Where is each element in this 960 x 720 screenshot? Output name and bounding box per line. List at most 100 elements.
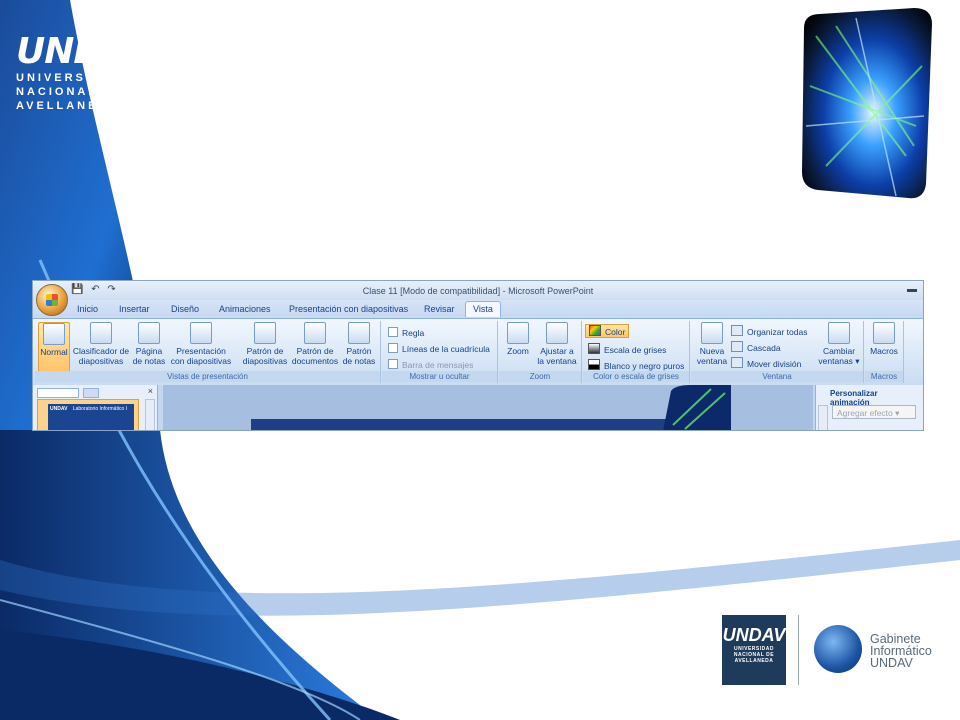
footer-logos: UNDAV UNIVERSIDAD NACIONAL DE AVELLANEDA… <box>722 615 952 685</box>
slide-sorter-button[interactable]: Clasificador de diapositivas <box>71 322 131 366</box>
group-label-ventana: Ventana <box>691 371 863 382</box>
move-split-label: Mover división <box>747 359 802 369</box>
slideshow-label-2: con diapositivas <box>170 356 232 366</box>
fit-window-button[interactable]: Ajustar a la ventana <box>535 322 579 366</box>
new-window-button[interactable]: Nueva ventana <box>695 322 729 366</box>
normal-label: Normal <box>40 347 68 357</box>
macros-button[interactable]: Macros <box>868 322 900 356</box>
notes-page-icon <box>138 322 160 344</box>
undav-logo-footer: UNDAV UNIVERSIDAD NACIONAL DE AVELLANEDA <box>722 615 786 685</box>
cascade-label: Cascada <box>747 343 781 353</box>
add-effect-dropdown[interactable]: Agregar efecto ▾ <box>832 405 916 419</box>
notes-master-label-2: de notas <box>342 356 376 366</box>
footer-divider <box>798 615 799 685</box>
notes-master-label-1: Patrón <box>346 346 372 356</box>
logo-mark: UNDAV <box>16 31 155 72</box>
group-label-vistas: Vistas de presentación <box>35 371 380 382</box>
footer-logo-line-3: AVELLANEDA <box>734 658 774 664</box>
footer-logo-mark: UNDAV <box>722 625 786 645</box>
normal-button[interactable]: Normal <box>38 322 70 372</box>
ribbon: Normal Clasificador de diapositivas Pági… <box>33 318 923 385</box>
grayscale-label: Escala de grises <box>604 345 667 355</box>
handout-master-label-1: Patrón de <box>296 346 334 356</box>
slide-master-button[interactable]: Patrón de diapositivas <box>241 322 289 366</box>
thumbnail-logo: UNDAV <box>50 406 68 412</box>
slide-cube-graphic <box>663 385 731 430</box>
message-bar-label: Barra de mensajes <box>402 360 474 370</box>
ruler-checkbox[interactable]: Regla <box>388 327 424 338</box>
slides-scrollbar[interactable] <box>145 399 155 430</box>
grayscale-button[interactable]: Escala de grises <box>588 343 666 355</box>
redo-icon[interactable]: ↷ <box>107 284 115 295</box>
notes-page-button[interactable]: Página de notas <box>131 322 167 366</box>
task-pane-scrollbar[interactable] <box>818 405 828 430</box>
slideshow-label-1: Presentación <box>176 346 226 356</box>
powerpoint-window: Clase 11 [Modo de compatibilidad] - Micr… <box>32 280 924 431</box>
slideshow-button[interactable]: Presentación con diapositivas <box>169 322 233 366</box>
save-icon[interactable]: 💾 <box>71 284 83 295</box>
thumbnail-text: Laboratorio Informático I <box>72 406 128 412</box>
logo-line-2: NACIONAL DE <box>16 86 126 98</box>
notes-master-button[interactable]: Patrón de notas <box>341 322 377 366</box>
tab-presentacion[interactable]: Presentación con diapositivas <box>289 303 408 315</box>
cascade-button[interactable]: Cascada <box>731 341 781 353</box>
fit-window-label-2: la ventana <box>537 356 577 366</box>
window-title: Clase 11 [Modo de compatibilidad] - Micr… <box>362 286 594 296</box>
minimize-icon[interactable]: ▬ <box>907 284 917 295</box>
color-button[interactable]: Color <box>585 324 630 338</box>
slide-editing-area <box>163 385 813 430</box>
tab-animaciones[interactable]: Animaciones <box>219 303 271 315</box>
grayscale-swatch-icon <box>588 343 600 354</box>
notes-page-label-2: de notas <box>132 356 166 366</box>
office-button[interactable] <box>36 284 68 316</box>
arrange-all-button[interactable]: Organizar todas <box>731 325 807 337</box>
tab-inicio[interactable]: Inicio <box>77 303 98 315</box>
group-label-color: Color o escala de grises <box>583 371 689 382</box>
office-logo-icon <box>46 294 58 306</box>
tab-diseno[interactable]: Diseño <box>171 303 199 315</box>
move-split-button[interactable]: Mover división <box>731 357 801 369</box>
zoom-button[interactable]: Zoom <box>503 322 533 356</box>
black-white-label: Blanco y negro puros <box>604 361 685 371</box>
cascade-icon <box>731 341 743 352</box>
undav-logo-top: UNDAV UNIVERSIDAD NACIONAL DE AVELLANEDA <box>16 31 155 113</box>
tab-vista[interactable]: Vista <box>465 301 501 317</box>
slide-sorter-label-1: Clasificador de <box>72 346 130 356</box>
slides-tab[interactable] <box>37 388 79 398</box>
tab-revisar[interactable]: Revisar <box>424 303 455 315</box>
message-bar-checkbox[interactable]: Barra de mensajes <box>388 359 473 370</box>
slides-pane: × UNDAV Laboratorio Informático I <box>33 385 158 430</box>
outline-tab[interactable] <box>83 388 99 398</box>
arrange-all-label: Organizar todas <box>747 327 808 337</box>
slide-master-icon <box>254 322 276 344</box>
black-white-button[interactable]: Blanco y negro puros <box>588 359 684 371</box>
tab-insertar[interactable]: Insertar <box>119 303 150 315</box>
group-label-zoom: Zoom <box>499 371 581 382</box>
notes-master-icon <box>348 322 370 344</box>
current-slide[interactable] <box>251 419 671 430</box>
slideshow-icon <box>190 322 212 344</box>
globe-icon <box>814 625 862 673</box>
macros-icon <box>873 322 895 344</box>
switch-windows-button[interactable]: Cambiar ventanas ▾ <box>817 322 861 366</box>
macros-label: Macros <box>870 346 898 356</box>
quick-access-toolbar: 💾 ↶ ↷ <box>71 284 121 295</box>
switch-windows-label-2: ventanas ▾ <box>818 356 860 366</box>
handout-master-button[interactable]: Patrón de documentos <box>291 322 339 366</box>
gridlines-label: Líneas de la cuadrícula <box>402 344 490 354</box>
new-window-label-1: Nueva <box>699 346 725 356</box>
slide-master-label-1: Patrón de <box>246 346 284 356</box>
group-ventana: Nueva ventana Organizar todas Cascada Mo… <box>691 321 864 383</box>
group-label-macros: Macros <box>865 371 903 382</box>
logo-line-1: UNIVERSIDAD <box>16 72 125 84</box>
light-cube-graphic <box>802 8 932 199</box>
color-label: Color <box>605 327 626 337</box>
slide-thumbnail-1[interactable]: UNDAV Laboratorio Informático I <box>37 399 139 430</box>
move-split-icon <box>731 357 743 368</box>
undo-icon[interactable]: ↶ <box>91 284 99 295</box>
close-pane-icon[interactable]: × <box>148 386 153 396</box>
color-swatch-icon <box>589 325 601 336</box>
gabinete-line-3: UNDAV <box>870 656 913 670</box>
fit-window-label-1: Ajustar a <box>540 346 574 356</box>
gridlines-checkbox[interactable]: Líneas de la cuadrícula <box>388 343 490 354</box>
